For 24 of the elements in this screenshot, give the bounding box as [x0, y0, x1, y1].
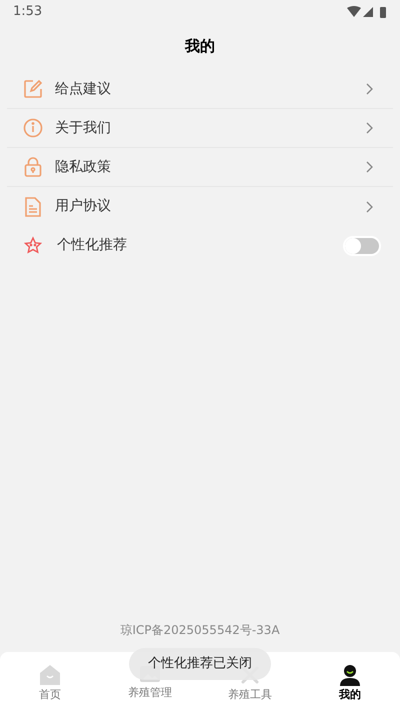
person-icon	[339, 664, 361, 686]
star-icon	[23, 236, 43, 256]
menu-item-label: 个性化推荐	[57, 236, 127, 255]
menu-item-label[interactable]: 关于我们	[55, 118, 111, 138]
document-icon	[25, 196, 41, 216]
toast: 个性化推荐已关闭	[129, 648, 271, 680]
page-title: 我的	[185, 36, 215, 57]
icp-license-text: 琼ICP备2025055542号-33A	[120, 622, 280, 639]
home-icon	[39, 664, 61, 686]
chevron-right-icon	[366, 200, 373, 212]
chevron-right-icon	[366, 161, 373, 173]
lock-icon	[24, 157, 42, 177]
chevron-right-icon	[366, 83, 373, 95]
chevron-right-icon	[366, 122, 373, 134]
toggle-switch[interactable]	[343, 236, 381, 256]
menu-item-label[interactable]: 隐私政策	[55, 156, 111, 178]
tab[interactable]: 首页	[0, 664, 100, 712]
menu-item-label[interactable]: 给点建议	[55, 78, 111, 100]
status-icons	[347, 6, 387, 18]
info-icon	[23, 118, 43, 138]
status-time: 1:53	[13, 3, 42, 22]
edit-icon	[23, 79, 43, 99]
tab[interactable]: 我的	[300, 664, 400, 712]
menu-item-label[interactable]: 用户协议	[55, 196, 111, 217]
